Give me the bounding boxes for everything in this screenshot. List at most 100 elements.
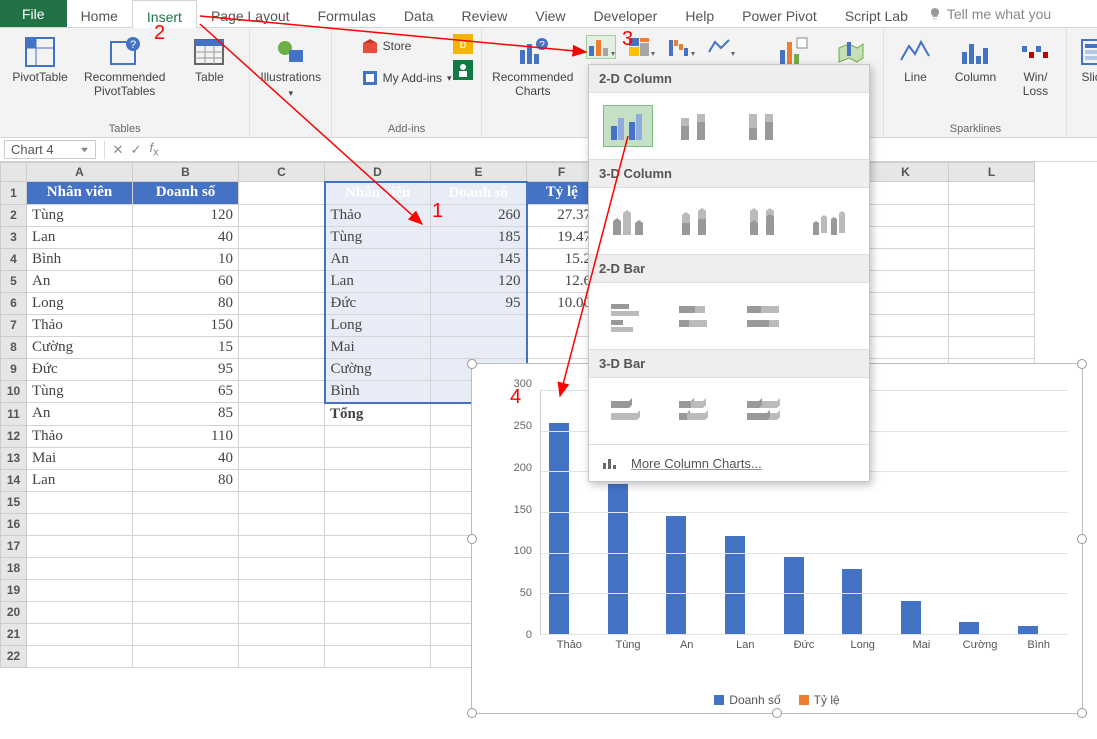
row-header[interactable]: 17: [1, 535, 27, 557]
cell[interactable]: An: [325, 248, 431, 270]
cell[interactable]: [949, 226, 1035, 248]
cell[interactable]: [949, 292, 1035, 314]
cell[interactable]: [325, 491, 431, 513]
row-header[interactable]: 1: [1, 182, 27, 205]
cell[interactable]: [27, 579, 133, 601]
bar[interactable]: [666, 516, 686, 634]
cell[interactable]: Thảo: [27, 314, 133, 336]
cell[interactable]: Nhân viên: [27, 182, 133, 205]
tab-formulas[interactable]: Formulas: [304, 0, 390, 27]
row-header[interactable]: 21: [1, 623, 27, 645]
cell[interactable]: [325, 425, 431, 447]
row-header[interactable]: 2: [1, 204, 27, 226]
people-graph-icon[interactable]: [453, 60, 473, 80]
sparkline-winloss-button[interactable]: Win/ Loss: [1014, 32, 1056, 99]
cell[interactable]: [863, 270, 949, 292]
bar[interactable]: [1018, 626, 1038, 634]
row-header[interactable]: 14: [1, 469, 27, 491]
cell[interactable]: [239, 204, 325, 226]
cell[interactable]: [239, 314, 325, 336]
cell[interactable]: Doanh số: [133, 182, 239, 205]
column-header[interactable]: C: [239, 163, 325, 182]
cell[interactable]: [133, 513, 239, 535]
cell[interactable]: [431, 314, 527, 336]
clustered-bar-option[interactable]: [603, 295, 653, 337]
cell[interactable]: [325, 601, 431, 623]
tab-view[interactable]: View: [521, 0, 579, 27]
cell[interactable]: [239, 380, 325, 403]
cell[interactable]: [949, 204, 1035, 226]
cell[interactable]: 145: [431, 248, 527, 270]
3d-column-option[interactable]: [806, 200, 856, 242]
table-button[interactable]: Table: [179, 32, 239, 85]
cell[interactable]: Bình: [27, 248, 133, 270]
cell[interactable]: [325, 447, 431, 469]
row-header[interactable]: 16: [1, 513, 27, 535]
tab-home[interactable]: Home: [67, 0, 132, 27]
tab-file[interactable]: File: [0, 0, 67, 27]
cell[interactable]: 110: [133, 425, 239, 447]
cell[interactable]: Thảo: [325, 204, 431, 226]
column-header[interactable]: K: [863, 163, 949, 182]
cell[interactable]: 85: [133, 403, 239, 426]
cell[interactable]: Lan: [27, 226, 133, 248]
3d-clustered-column-option[interactable]: [603, 200, 653, 242]
cell[interactable]: [239, 645, 325, 667]
cell[interactable]: [949, 248, 1035, 270]
cell[interactable]: [239, 270, 325, 292]
row-header[interactable]: 12: [1, 425, 27, 447]
cell[interactable]: An: [27, 403, 133, 426]
sparkline-line-button[interactable]: Line: [894, 32, 936, 85]
row-header[interactable]: 6: [1, 292, 27, 314]
column-header[interactable]: B: [133, 163, 239, 182]
cell[interactable]: [325, 645, 431, 667]
clustered-column-option[interactable]: [603, 105, 653, 147]
cell[interactable]: [239, 292, 325, 314]
row-header[interactable]: 4: [1, 248, 27, 270]
cell[interactable]: 120: [431, 270, 527, 292]
cell[interactable]: [239, 182, 325, 205]
cell[interactable]: [239, 513, 325, 535]
name-box[interactable]: Chart 4: [4, 140, 96, 159]
sparkline-column-button[interactable]: Column: [950, 32, 1000, 85]
cell[interactable]: Tùng: [27, 204, 133, 226]
cell[interactable]: [27, 513, 133, 535]
cell[interactable]: [239, 601, 325, 623]
cell[interactable]: [863, 248, 949, 270]
cell[interactable]: [527, 314, 597, 336]
cell[interactable]: [431, 336, 527, 358]
column-header[interactable]: F: [527, 163, 597, 182]
cell[interactable]: [863, 314, 949, 336]
row-header[interactable]: 22: [1, 645, 27, 667]
cell[interactable]: [949, 270, 1035, 292]
cell[interactable]: Lan: [27, 469, 133, 491]
cell[interactable]: Lan: [325, 270, 431, 292]
bar[interactable]: [842, 569, 862, 634]
row-header[interactable]: 11: [1, 403, 27, 426]
cell[interactable]: [133, 579, 239, 601]
more-column-charts[interactable]: More Column Charts...: [589, 444, 869, 481]
pivottable-button[interactable]: PivotTable: [10, 32, 70, 85]
cell[interactable]: [863, 226, 949, 248]
cell[interactable]: [325, 513, 431, 535]
tab-data[interactable]: Data: [390, 0, 448, 27]
insert-waterfall-chart-button[interactable]: [667, 36, 695, 58]
cell[interactable]: [325, 623, 431, 645]
cell[interactable]: [133, 557, 239, 579]
3d-stacked-column-option[interactable]: [671, 200, 721, 242]
row-header[interactable]: 9: [1, 358, 27, 380]
cell[interactable]: [949, 182, 1035, 205]
cell[interactable]: 260: [431, 204, 527, 226]
cell[interactable]: 185: [431, 226, 527, 248]
row-header[interactable]: 5: [1, 270, 27, 292]
cell[interactable]: 80: [133, 469, 239, 491]
row-header[interactable]: 8: [1, 336, 27, 358]
cell[interactable]: Đức: [27, 358, 133, 380]
cell[interactable]: [239, 226, 325, 248]
cell[interactable]: Đức: [325, 292, 431, 314]
cell[interactable]: 80: [133, 292, 239, 314]
cell[interactable]: [325, 579, 431, 601]
column-header[interactable]: A: [27, 163, 133, 182]
cell[interactable]: [239, 535, 325, 557]
row-header[interactable]: 3: [1, 226, 27, 248]
